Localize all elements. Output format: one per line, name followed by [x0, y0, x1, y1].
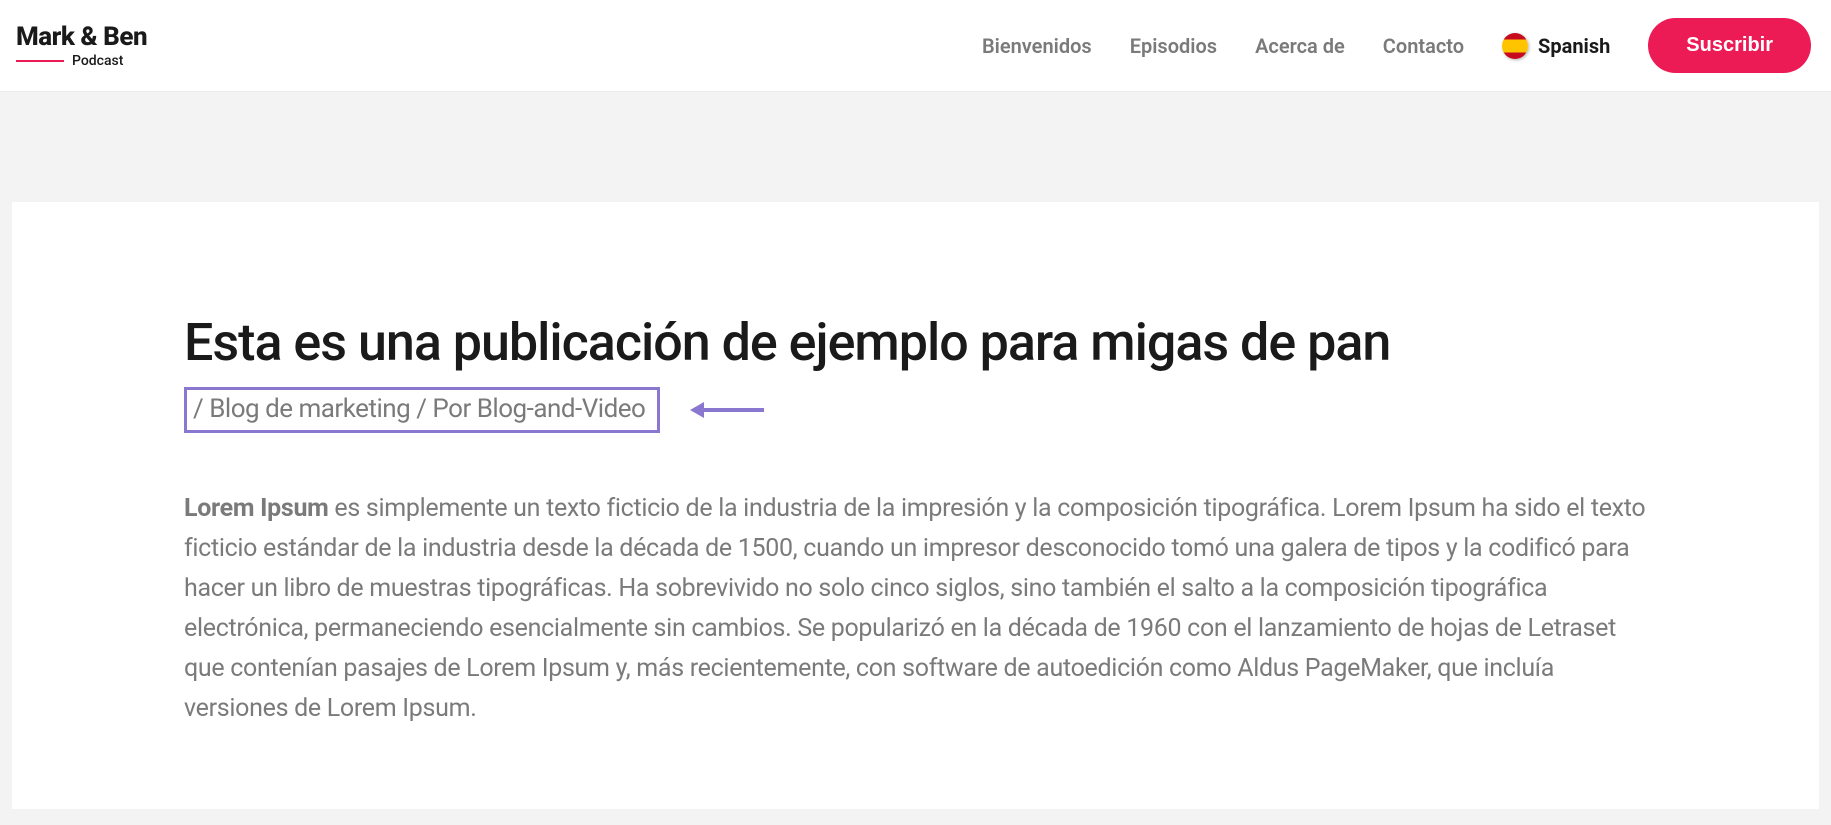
language-switcher[interactable]: Spanish — [1502, 33, 1610, 59]
logo-underline-icon — [16, 60, 64, 62]
logo-main-text: Mark & Ben — [16, 24, 147, 50]
breadcrumb-sep: / — [193, 394, 209, 424]
flag-spain-icon — [1502, 33, 1528, 59]
arrow-head-icon — [690, 402, 704, 418]
annotation-arrow-icon — [690, 402, 764, 418]
subscribe-button[interactable]: Suscribir — [1648, 18, 1811, 73]
post-body-lead: Lorem Ipsum — [184, 494, 329, 523]
nav-link-contacto[interactable]: Contacto — [1383, 34, 1464, 58]
logo-sub-text: Podcast — [72, 54, 123, 68]
post-body-rest: es simplemente un texto ficticio de la i… — [184, 494, 1645, 723]
site-logo[interactable]: Mark & Ben Podcast — [16, 24, 147, 68]
breadcrumb-category-link[interactable]: Blog de marketing — [209, 394, 410, 424]
breadcrumb-author-link[interactable]: Blog-and-Video — [477, 394, 646, 424]
breadcrumb-highlight: / Blog de marketing / Por Blog-and-Video — [184, 387, 764, 433]
post-body: Lorem Ipsum es simplemente un texto fict… — [184, 489, 1647, 729]
nav-link-bienvenidos[interactable]: Bienvenidos — [982, 34, 1092, 58]
logo-sub-row: Podcast — [16, 54, 147, 68]
arrow-line-icon — [704, 408, 764, 412]
site-header: Mark & Ben Podcast Bienvenidos Episodios… — [0, 0, 1831, 92]
breadcrumb-sep2: / Por — [410, 394, 476, 424]
post-card: Esta es una publicación de ejemplo para … — [12, 202, 1819, 809]
breadcrumb: / Blog de marketing / Por Blog-and-Video — [184, 387, 660, 433]
nav-link-acerca[interactable]: Acerca de — [1255, 34, 1345, 58]
main-nav: Bienvenidos Episodios Acerca de Contacto… — [982, 18, 1811, 73]
nav-link-episodios[interactable]: Episodios — [1130, 34, 1217, 58]
page-body: Esta es una publicación de ejemplo para … — [0, 92, 1831, 809]
language-label: Spanish — [1538, 34, 1610, 58]
post-title: Esta es una publicación de ejemplo para … — [184, 312, 1647, 373]
